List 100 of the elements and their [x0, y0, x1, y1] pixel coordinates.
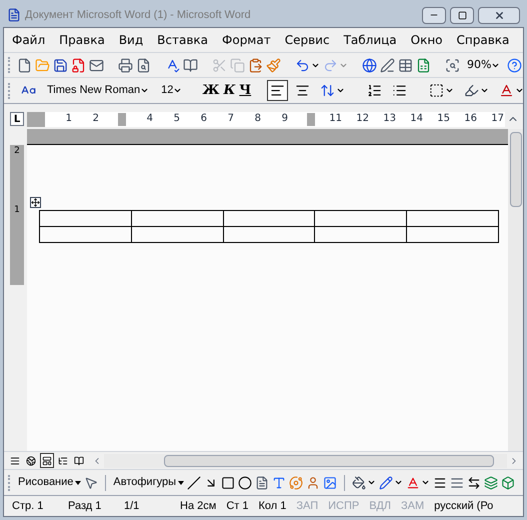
caret-icon	[515, 86, 524, 95]
menu-item[interactable]: Справка	[456, 31, 510, 49]
text-box-icon	[255, 476, 269, 490]
folder-icon	[35, 58, 50, 72]
menu-item[interactable]: Файл	[12, 31, 46, 49]
outline-view-icon	[58, 456, 68, 466]
copy-icon	[230, 58, 245, 72]
caret-icon	[140, 86, 150, 95]
caret-icon	[421, 478, 430, 487]
ruler-number: 14	[410, 114, 423, 124]
spelling-check-icon	[165, 58, 180, 72]
bulleted-list-icon	[392, 83, 408, 98]
status-item: ВДЛ	[369, 498, 391, 514]
wordart-icon	[272, 476, 286, 490]
zoom-icon	[445, 58, 460, 72]
tab-selector[interactable]: L	[10, 112, 24, 126]
minimize-button[interactable]	[422, 6, 446, 24]
ruler-number: 11	[329, 114, 342, 124]
arrow-style-icon	[467, 476, 481, 490]
menu-button[interactable]: Рисование	[18, 472, 82, 492]
line-style-icon	[433, 476, 447, 490]
print-icon	[118, 58, 133, 72]
ruler-number: 12	[356, 114, 369, 124]
menu-item[interactable]: Правка	[59, 31, 105, 49]
spreadsheet-icon	[416, 58, 431, 72]
picture-icon	[323, 476, 337, 490]
scroll-thumb[interactable]	[164, 454, 494, 466]
print-preview-icon	[136, 58, 151, 72]
table-icon	[398, 58, 413, 72]
zoom-field[interactable]: 90%	[463, 56, 504, 74]
close-button[interactable]	[478, 6, 520, 24]
menu-item[interactable]: Вид	[118, 31, 144, 49]
caret-icon	[367, 478, 376, 487]
format-painter-icon	[266, 58, 281, 72]
status-item: ЗАМ	[400, 498, 424, 514]
ruler-number: 16	[464, 114, 477, 124]
ruler-number: 7	[228, 114, 234, 124]
document-lock-icon	[71, 58, 86, 72]
ruler-number: 15	[437, 114, 450, 124]
border-icon	[429, 83, 444, 98]
line-color-icon	[379, 476, 393, 490]
scroll-thumb[interactable]	[510, 132, 522, 207]
menu-item[interactable]: Формат	[222, 31, 271, 49]
shadow-icon	[484, 476, 498, 490]
hyperlink-icon	[362, 58, 377, 72]
close-icon	[494, 10, 504, 20]
ruler-number: 13	[383, 114, 396, 124]
ruler-number: 4	[146, 114, 153, 124]
word-document-icon	[7, 8, 21, 22]
status-item: 1/1	[124, 498, 140, 514]
maximize-button[interactable]	[450, 6, 474, 24]
undo-icon	[295, 58, 310, 72]
ruler-number: 5	[174, 114, 180, 124]
italic-button[interactable]: К	[223, 80, 236, 100]
pointer-icon	[84, 476, 98, 490]
fill-color-icon	[352, 476, 366, 490]
underline-button[interactable]: Ч	[239, 80, 252, 100]
numbered-list-icon	[367, 83, 382, 98]
bold-button[interactable]: Ж	[202, 80, 220, 100]
caret-icon	[178, 480, 184, 484]
caret-icon	[75, 480, 82, 484]
redo-icon	[323, 58, 338, 72]
clip-art-icon	[306, 476, 320, 490]
window-title: Документ Microsoft Word (1) - Microsoft Word	[25, 8, 251, 23]
ruler-number: 6	[200, 114, 207, 124]
font-color-icon	[499, 83, 514, 98]
caret-icon	[336, 86, 346, 95]
rectangle-icon	[221, 476, 235, 490]
caret-icon	[480, 86, 490, 95]
status-item: Разд 1	[68, 498, 102, 514]
ruler-number: 1	[14, 206, 20, 215]
ruler-number: 9	[282, 114, 288, 124]
status-item: ИСПР	[328, 498, 360, 514]
dash-style-icon	[450, 476, 464, 490]
align-center-icon	[295, 83, 310, 98]
font-size-field[interactable]: 12	[157, 82, 186, 100]
status-item: Ст 1	[226, 498, 248, 514]
status-item: ЗАП	[296, 498, 318, 514]
menu-item[interactable]: Сервис	[284, 31, 330, 49]
font-color-icon	[406, 476, 420, 490]
table-move-handle-icon[interactable]	[30, 197, 41, 208]
menu-item[interactable]: Окно	[410, 31, 443, 49]
status-item: Кол 1	[258, 498, 286, 514]
line-icon	[187, 476, 201, 490]
view-button[interactable]	[40, 453, 54, 468]
caret-icon	[445, 86, 454, 95]
menu-item[interactable]: Вставка	[157, 31, 208, 49]
toolbar-button[interactable]	[267, 80, 288, 101]
menu-item[interactable]: Таблица	[344, 31, 397, 49]
paste-icon	[248, 58, 263, 72]
status-item: русский (Ро	[434, 498, 494, 514]
mail-icon	[89, 58, 104, 72]
help-icon	[507, 58, 522, 72]
new-document-icon	[17, 58, 32, 72]
font-name-field[interactable]: Times New Roman	[43, 82, 154, 100]
save-icon	[53, 58, 68, 72]
ruler-number: 2	[14, 147, 20, 156]
book-icon	[183, 58, 198, 72]
three-d-icon	[501, 476, 515, 490]
menu-button[interactable]: Автофигуры	[113, 472, 184, 492]
